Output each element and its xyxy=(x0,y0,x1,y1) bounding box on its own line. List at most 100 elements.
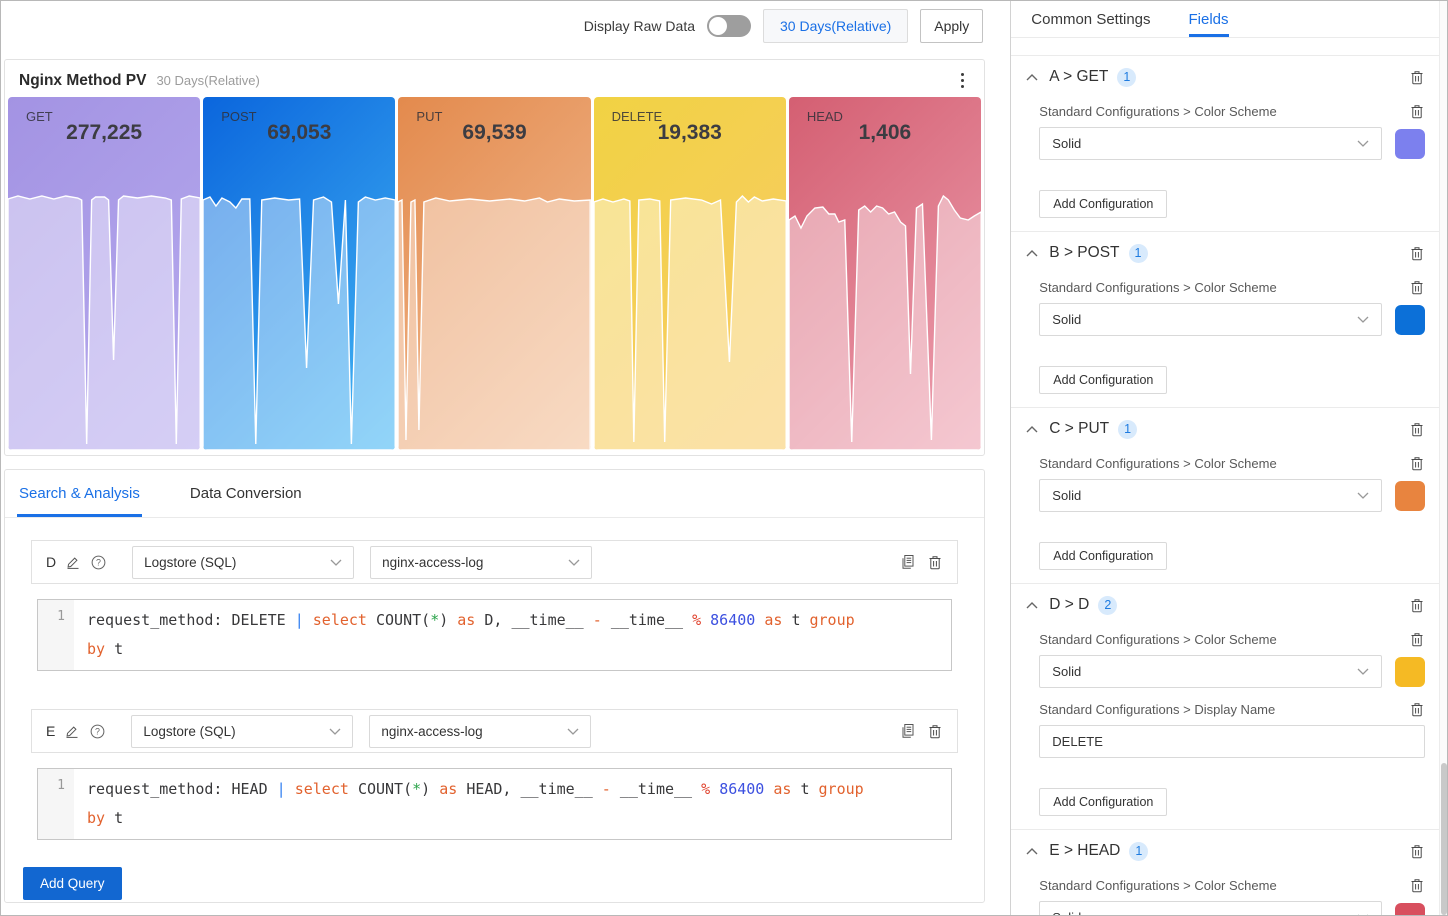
field-sections: A > GET 1 Standard Configurations > Color … xyxy=(1011,55,1447,915)
edit-query-icon[interactable] xyxy=(65,554,81,570)
help-icon[interactable]: ? xyxy=(89,723,106,740)
query-list: D? Logstore (SQL) nginx-access-log 1 request… xyxy=(5,518,984,840)
delete-config-icon[interactable] xyxy=(1409,877,1425,894)
delete-config-icon[interactable] xyxy=(1409,103,1425,120)
config-label: Standard Configurations > Color Scheme xyxy=(1039,280,1277,295)
logstore-select[interactable]: nginx-access-log xyxy=(369,714,592,748)
delete-query-icon[interactable] xyxy=(927,722,943,740)
delete-field-icon[interactable] xyxy=(1409,421,1425,438)
datasource-type-select[interactable]: Logstore (SQL) xyxy=(132,545,355,579)
collapse-icon[interactable] xyxy=(1025,601,1039,610)
collapse-icon[interactable] xyxy=(1025,73,1039,82)
apply-button[interactable]: Apply xyxy=(920,9,984,43)
tab-data-conversion[interactable]: Data Conversion xyxy=(188,470,304,517)
collapse-icon[interactable] xyxy=(1025,249,1039,258)
collapse-icon[interactable] xyxy=(1025,847,1039,856)
tab-fields[interactable]: Fields xyxy=(1188,1,1229,37)
color-swatch[interactable] xyxy=(1395,304,1425,335)
config-label-row: Standard Configurations > Color Scheme xyxy=(1039,103,1425,120)
code-token: * xyxy=(430,611,440,629)
config-count-badge: 1 xyxy=(1118,419,1138,439)
sidebar-scrollbar[interactable] xyxy=(1439,1,1447,915)
add-query-button[interactable]: Add Query xyxy=(23,867,122,900)
svg-text:?: ? xyxy=(95,726,100,736)
add-configuration-button[interactable]: Add Configuration xyxy=(1039,190,1168,218)
color-scheme-select[interactable]: Solid xyxy=(1039,303,1382,336)
config-label-row: Standard Configurations > Display Name xyxy=(1039,701,1425,718)
method-panel-head[interactable]: HEAD 1,406 xyxy=(788,97,982,450)
delete-field-icon[interactable] xyxy=(1409,69,1425,86)
query-editor-E[interactable]: 1 request_method: HEAD | select COUNT(*) … xyxy=(37,768,952,840)
kebab-menu-icon[interactable] xyxy=(955,69,971,93)
query-code: request_method: HEAD | select COUNT(*) a… xyxy=(74,769,877,839)
delete-query-icon[interactable] xyxy=(927,553,943,571)
svg-text:?: ? xyxy=(96,557,101,567)
query-id-label: E xyxy=(46,723,56,739)
delete-field-icon[interactable] xyxy=(1409,245,1425,262)
color-swatch[interactable] xyxy=(1395,128,1425,159)
color-swatch[interactable] xyxy=(1395,480,1425,511)
method-panel-put[interactable]: PUT 69,539 xyxy=(398,97,591,450)
tab-common-settings[interactable]: Common Settings xyxy=(1031,1,1150,37)
color-scheme-select[interactable]: Solid xyxy=(1039,901,1382,915)
code-token: as xyxy=(773,780,801,798)
config-label: Standard Configurations > Display Name xyxy=(1039,702,1276,717)
code-token: D, __time__ xyxy=(484,611,593,629)
datasource-type-select[interactable]: Logstore (SQL) xyxy=(131,714,354,748)
chevron-down-icon xyxy=(1357,492,1369,499)
code-token: * xyxy=(412,780,422,798)
delete-config-icon[interactable] xyxy=(1409,631,1425,648)
color-scheme-select[interactable]: Solid xyxy=(1039,655,1382,688)
color-scheme-select[interactable]: Solid xyxy=(1039,479,1382,512)
code-token: ) xyxy=(421,780,440,798)
line-number: 1 xyxy=(38,769,74,839)
config-control-row: Solid xyxy=(1039,127,1425,160)
time-range-button[interactable]: 30 Days(Relative) xyxy=(763,9,909,43)
section-title: B > POST xyxy=(1049,244,1120,261)
display-name-input[interactable] xyxy=(1039,725,1425,758)
add-configuration-button[interactable]: Add Configuration xyxy=(1039,542,1168,570)
code-token: __time__ xyxy=(610,611,693,629)
duplicate-query-icon[interactable] xyxy=(899,722,917,740)
code-token: % xyxy=(701,780,720,798)
delete-config-icon[interactable] xyxy=(1409,455,1425,472)
section-header: C > PUT 1 xyxy=(1025,416,1425,442)
code-token: 86400 xyxy=(719,780,774,798)
add-configuration-button[interactable]: Add Configuration xyxy=(1039,366,1168,394)
sparkline-post xyxy=(203,192,396,450)
logstore-select[interactable]: nginx-access-log xyxy=(370,545,593,579)
config-count-badge: 1 xyxy=(1129,841,1149,861)
color-swatch[interactable] xyxy=(1395,902,1425,915)
tab-search-analysis[interactable]: Search & Analysis xyxy=(17,470,142,517)
query-actions xyxy=(899,553,943,571)
help-icon[interactable]: ? xyxy=(90,554,107,571)
code-token: - xyxy=(601,780,620,798)
chevron-down-icon xyxy=(1357,914,1369,915)
collapse-icon[interactable] xyxy=(1025,425,1039,434)
chevron-down-icon xyxy=(1357,316,1369,323)
delete-field-icon[interactable] xyxy=(1409,597,1425,614)
scrollbar-thumb[interactable] xyxy=(1441,763,1447,915)
toolbar: Display Raw Data 30 Days(Relative) Apply xyxy=(1,1,1010,51)
delete-config-icon[interactable] xyxy=(1409,701,1425,718)
display-raw-data-toggle[interactable] xyxy=(707,15,751,37)
duplicate-query-icon[interactable] xyxy=(899,553,917,571)
delete-config-icon[interactable] xyxy=(1409,279,1425,296)
add-configuration-button[interactable]: Add Configuration xyxy=(1039,788,1168,816)
color-scheme-select[interactable]: Solid xyxy=(1039,127,1382,160)
edit-query-icon[interactable] xyxy=(64,723,80,739)
code-token: as xyxy=(764,611,792,629)
method-panel-delete[interactable]: DELETE 19,383 xyxy=(593,97,786,450)
query-header-D: D? Logstore (SQL) nginx-access-log xyxy=(31,540,958,584)
color-swatch[interactable] xyxy=(1395,656,1425,687)
code-token: 86400 xyxy=(710,611,765,629)
method-panel-post[interactable]: POST 69,053 xyxy=(203,97,396,450)
code-token: | xyxy=(276,780,295,798)
delete-field-icon[interactable] xyxy=(1409,843,1425,860)
display-raw-data-label: Display Raw Data xyxy=(583,18,695,34)
query-editor-D[interactable]: 1 request_method: DELETE | select COUNT(*… xyxy=(37,599,952,671)
code-token: t xyxy=(791,611,810,629)
code-token: % xyxy=(692,611,711,629)
logstore-value: nginx-access-log xyxy=(382,554,484,570)
method-panel-get[interactable]: GET 277,225 xyxy=(8,97,201,450)
